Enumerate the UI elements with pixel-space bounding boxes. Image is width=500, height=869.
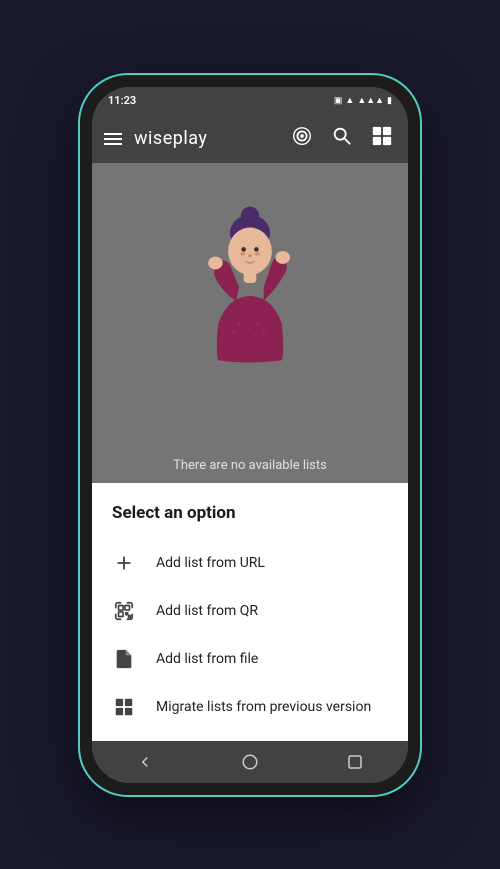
menu-item-file[interactable]: Add list from file <box>92 635 408 683</box>
menu-label-file: Add list from file <box>156 651 258 667</box>
status-bar: 11:23 ▣ ▲ ▲▲▲ ▮ <box>92 87 408 115</box>
menu-label-qr: Add list from QR <box>156 603 258 619</box>
search-icon[interactable] <box>328 125 356 152</box>
file-icon <box>112 647 136 671</box>
menu-item-migrate[interactable]: Migrate lists from previous version <box>92 683 408 731</box>
url-icon <box>112 551 136 575</box>
menu-label-url: Add list from URL <box>156 555 265 571</box>
hamburger-icon[interactable] <box>104 133 122 145</box>
empty-text: There are no available lists <box>124 458 377 473</box>
phone-screen: 11:23 ▣ ▲ ▲▲▲ ▮ wiseplay <box>92 87 408 783</box>
main-content: There are no available lists <box>92 163 408 483</box>
menu-label-migrate: Migrate lists from previous version <box>156 699 371 715</box>
nav-bar <box>92 741 408 783</box>
app-bar: wiseplay <box>92 115 408 163</box>
migrate-icon <box>112 695 136 719</box>
grid-icon[interactable] <box>368 125 396 152</box>
qr-icon <box>112 599 136 623</box>
wifi-icon: ▲ <box>345 95 354 106</box>
bottom-sheet-title: Select an option <box>92 503 408 539</box>
signal-icon: ▲▲▲ <box>357 95 384 106</box>
status-icons: ▣ ▲ ▲▲▲ ▮ <box>334 95 392 106</box>
bottom-sheet: Select an option Add list from URL <box>92 483 408 741</box>
app-title: wiseplay <box>134 128 276 149</box>
sim-icon: ▣ <box>334 96 343 106</box>
menu-item-url[interactable]: Add list from URL <box>92 539 408 587</box>
battery-icon: ▮ <box>387 96 392 106</box>
home-button[interactable] <box>221 745 279 779</box>
recent-button[interactable] <box>326 745 384 779</box>
cast-icon[interactable] <box>288 125 316 152</box>
illustration <box>170 183 330 383</box>
menu-item-qr[interactable]: Add list from QR <box>92 587 408 635</box>
phone-frame: 11:23 ▣ ▲ ▲▲▲ ▮ wiseplay <box>80 75 420 795</box>
back-button[interactable] <box>116 745 174 779</box>
status-time: 11:23 <box>108 94 136 107</box>
